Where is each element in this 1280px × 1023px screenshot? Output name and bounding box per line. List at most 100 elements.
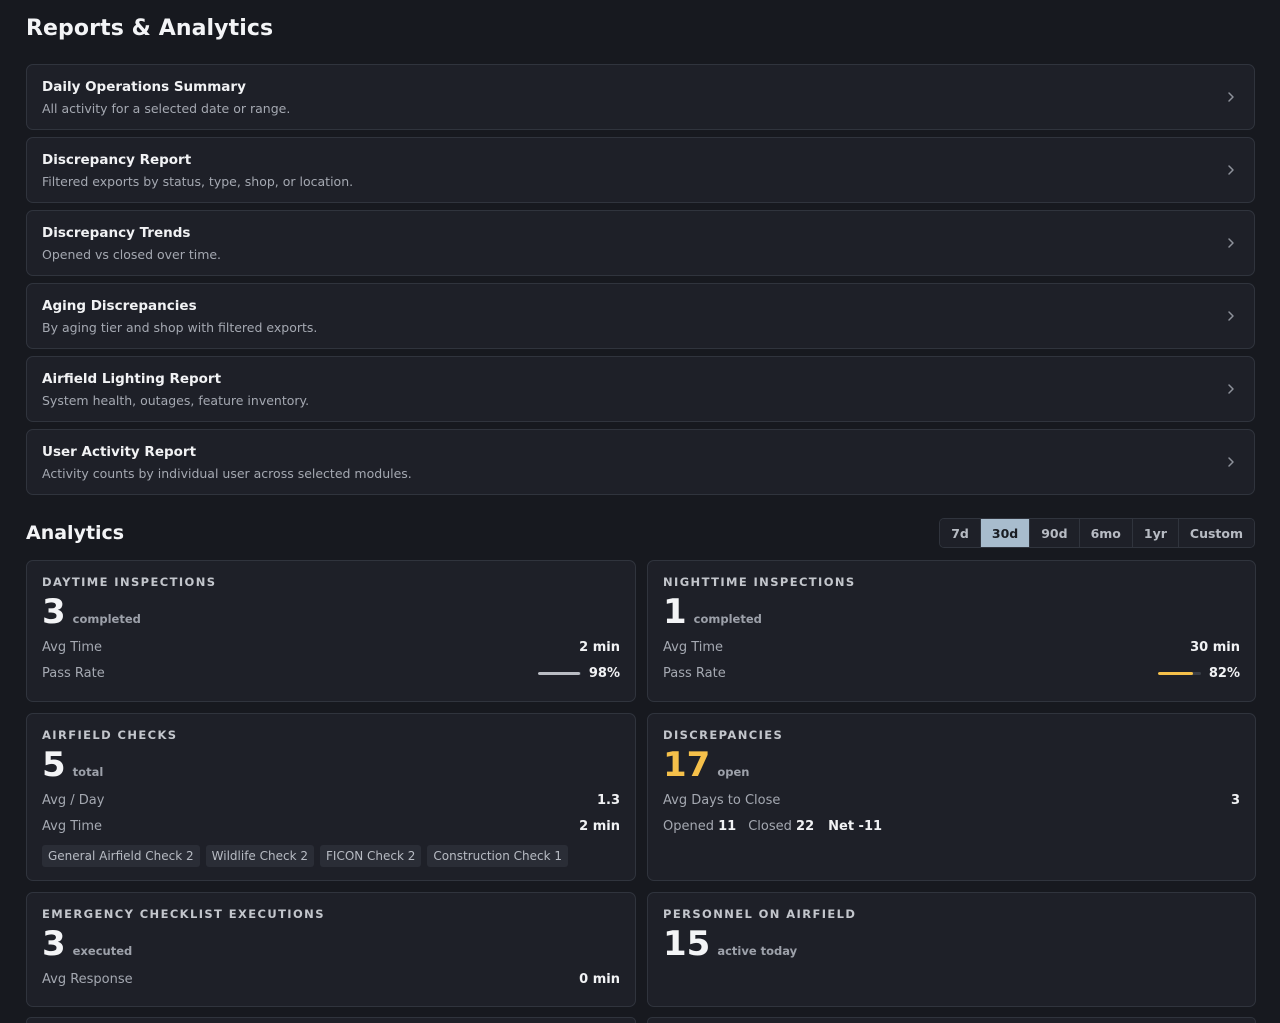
- pass-rate-row: Pass Rate 82%: [663, 660, 1240, 686]
- count-unit: total: [72, 765, 104, 779]
- chevron-right-icon: [1228, 311, 1234, 321]
- avg-response-value: 0 min: [579, 971, 620, 987]
- emergency-executions-count: 3: [42, 924, 66, 964]
- daytime-inspections-card: DAYTIME INSPECTIONS 3 completed Avg Time…: [26, 560, 636, 702]
- card-label: AIRFIELD CHECKS: [42, 728, 178, 742]
- report-daily-operations-summary[interactable]: Daily Operations Summary All activity fo…: [26, 64, 1255, 130]
- range-custom-button[interactable]: Custom: [1178, 519, 1254, 547]
- report-airfield-lighting[interactable]: Airfield Lighting Report System health, …: [26, 356, 1255, 422]
- stat-label: Pass Rate: [42, 665, 105, 681]
- discrepancies-card: DISCREPANCIES 17 open Avg Days to Close …: [647, 713, 1256, 881]
- report-discrepancy-trends[interactable]: Discrepancy Trends Opened vs closed over…: [26, 210, 1255, 276]
- stat-label: Avg Time: [42, 639, 103, 655]
- opened-closed-row: Opened 11 Closed 22 Net -11: [663, 813, 1240, 839]
- pass-rate-bar: [1157, 671, 1201, 675]
- avg-days-to-close-value: 3: [1230, 792, 1240, 808]
- avg-time-value: 30 min: [1190, 639, 1240, 655]
- card-label: DAYTIME INSPECTIONS: [42, 575, 217, 589]
- report-aging-discrepancies[interactable]: Aging Discrepancies By aging tier and sh…: [26, 283, 1255, 349]
- analytics-header: Analytics 7d 30d 90d 6mo 1yr Custom: [26, 517, 1255, 549]
- range-6mo-button[interactable]: 6mo: [1079, 519, 1133, 547]
- card-label: EMERGENCY CHECKLIST EXECUTIONS: [42, 907, 325, 921]
- pass-rate-bar-fill: [537, 671, 580, 675]
- avg-days-to-close-row: Avg Days to Close 3: [663, 787, 1240, 813]
- range-7d-button[interactable]: 7d: [940, 519, 981, 547]
- range-1yr-button[interactable]: 1yr: [1132, 519, 1179, 547]
- report-title: Airfield Lighting Report: [42, 370, 222, 387]
- report-title: Discrepancy Report: [42, 151, 192, 168]
- count-unit: active today: [717, 944, 798, 958]
- report-description: By aging tier and shop with filtered exp…: [42, 319, 318, 335]
- report-list: Daily Operations Summary All activity fo…: [26, 64, 1255, 495]
- avg-time-value: 2 min: [579, 818, 620, 834]
- range-30d-button[interactable]: 30d: [980, 519, 1031, 547]
- card-label: DISCREPANCIES: [663, 728, 784, 742]
- stat-label: Avg Time: [663, 639, 724, 655]
- report-user-activity[interactable]: User Activity Report Activity counts by …: [26, 429, 1255, 495]
- check-tag: Construction Check 1: [427, 845, 569, 867]
- stat-label: Avg Time: [42, 818, 103, 834]
- reports-analytics-page: Reports & Analytics Daily Operations Sum…: [0, 0, 1280, 1023]
- closed-label: Closed: [748, 818, 792, 834]
- check-tag: FICON Check 2: [320, 845, 422, 867]
- nighttime-inspections-card: NIGHTTIME INSPECTIONS 1 completed Avg Ti…: [647, 560, 1256, 702]
- emergency-checklist-card: EMERGENCY CHECKLIST EXECUTIONS 3 execute…: [26, 892, 636, 1007]
- report-description: Filtered exports by status, type, shop, …: [42, 173, 354, 189]
- avg-time-row: Avg Time 2 min: [42, 634, 620, 660]
- opened-value: 11: [718, 818, 737, 834]
- report-description: Activity counts by individual user acros…: [42, 465, 412, 481]
- check-tag: Wildlife Check 2: [205, 845, 314, 867]
- airfield-checks-count: 5: [42, 745, 66, 785]
- pass-rate-bar: [537, 671, 581, 675]
- pass-rate-row: Pass Rate 98%: [42, 660, 620, 686]
- range-90d-button[interactable]: 90d: [1030, 519, 1080, 547]
- avg-time-row: Avg Time 2 min: [42, 813, 620, 839]
- report-description: System health, outages, feature inventor…: [42, 392, 310, 408]
- nighttime-inspections-count: 1: [663, 592, 687, 632]
- stat-label: Pass Rate: [663, 665, 726, 681]
- pass-rate-value: 82%: [1208, 665, 1240, 681]
- chevron-right-icon: [1228, 238, 1234, 248]
- net-value: Net -11: [828, 818, 883, 834]
- report-description: Opened vs closed over time.: [42, 246, 222, 262]
- analytics-title: Analytics: [26, 522, 125, 544]
- airfield-checks-card: AIRFIELD CHECKS 5 total Avg / Day 1.3 Av…: [26, 713, 636, 881]
- stat-label: Avg Days to Close: [663, 792, 781, 808]
- page-title: Reports & Analytics: [26, 16, 274, 41]
- card-label: PERSONNEL ON AIRFIELD: [663, 907, 857, 921]
- avg-time-row: Avg Time 30 min: [663, 634, 1240, 660]
- analytics-cards: DAYTIME INSPECTIONS 3 completed Avg Time…: [26, 560, 1256, 1018]
- check-type-tags: General Airfield Check 2 Wildlife Check …: [42, 845, 620, 867]
- report-title: Daily Operations Summary: [42, 78, 246, 95]
- report-description: All activity for a selected date or rang…: [42, 100, 291, 116]
- count-unit: open: [717, 765, 750, 779]
- report-title: Discrepancy Trends: [42, 224, 191, 241]
- count-unit: completed: [693, 612, 762, 626]
- daytime-inspections-count: 3: [42, 592, 66, 632]
- next-card-peek-right: [647, 1017, 1256, 1023]
- chevron-right-icon: [1228, 457, 1234, 467]
- next-card-peek-left: [26, 1017, 636, 1023]
- avg-response-row: Avg Response 0 min: [42, 966, 620, 992]
- count-unit: executed: [72, 944, 133, 958]
- report-discrepancy-report[interactable]: Discrepancy Report Filtered exports by s…: [26, 137, 1255, 203]
- stat-label: Avg Response: [42, 971, 133, 987]
- avg-per-day-row: Avg / Day 1.3: [42, 787, 620, 813]
- pass-rate-bar-fill: [1157, 671, 1194, 675]
- open-discrepancies-count: 17: [663, 745, 711, 785]
- chevron-right-icon: [1228, 384, 1234, 394]
- chevron-right-icon: [1228, 165, 1234, 175]
- card-label: NIGHTTIME INSPECTIONS: [663, 575, 856, 589]
- report-title: Aging Discrepancies: [42, 297, 197, 314]
- opened-label: Opened: [663, 818, 714, 834]
- report-title: User Activity Report: [42, 443, 197, 460]
- count-unit: completed: [72, 612, 141, 626]
- check-tag: General Airfield Check 2: [42, 845, 200, 867]
- date-range-selector: 7d 30d 90d 6mo 1yr Custom: [939, 518, 1255, 548]
- stat-label: Avg / Day: [42, 792, 105, 808]
- pass-rate-value: 98%: [588, 665, 620, 681]
- chevron-right-icon: [1228, 92, 1234, 102]
- avg-per-day-value: 1.3: [596, 792, 620, 808]
- closed-value: 22: [796, 818, 815, 834]
- personnel-card: PERSONNEL ON AIRFIELD 15 active today: [647, 892, 1256, 1007]
